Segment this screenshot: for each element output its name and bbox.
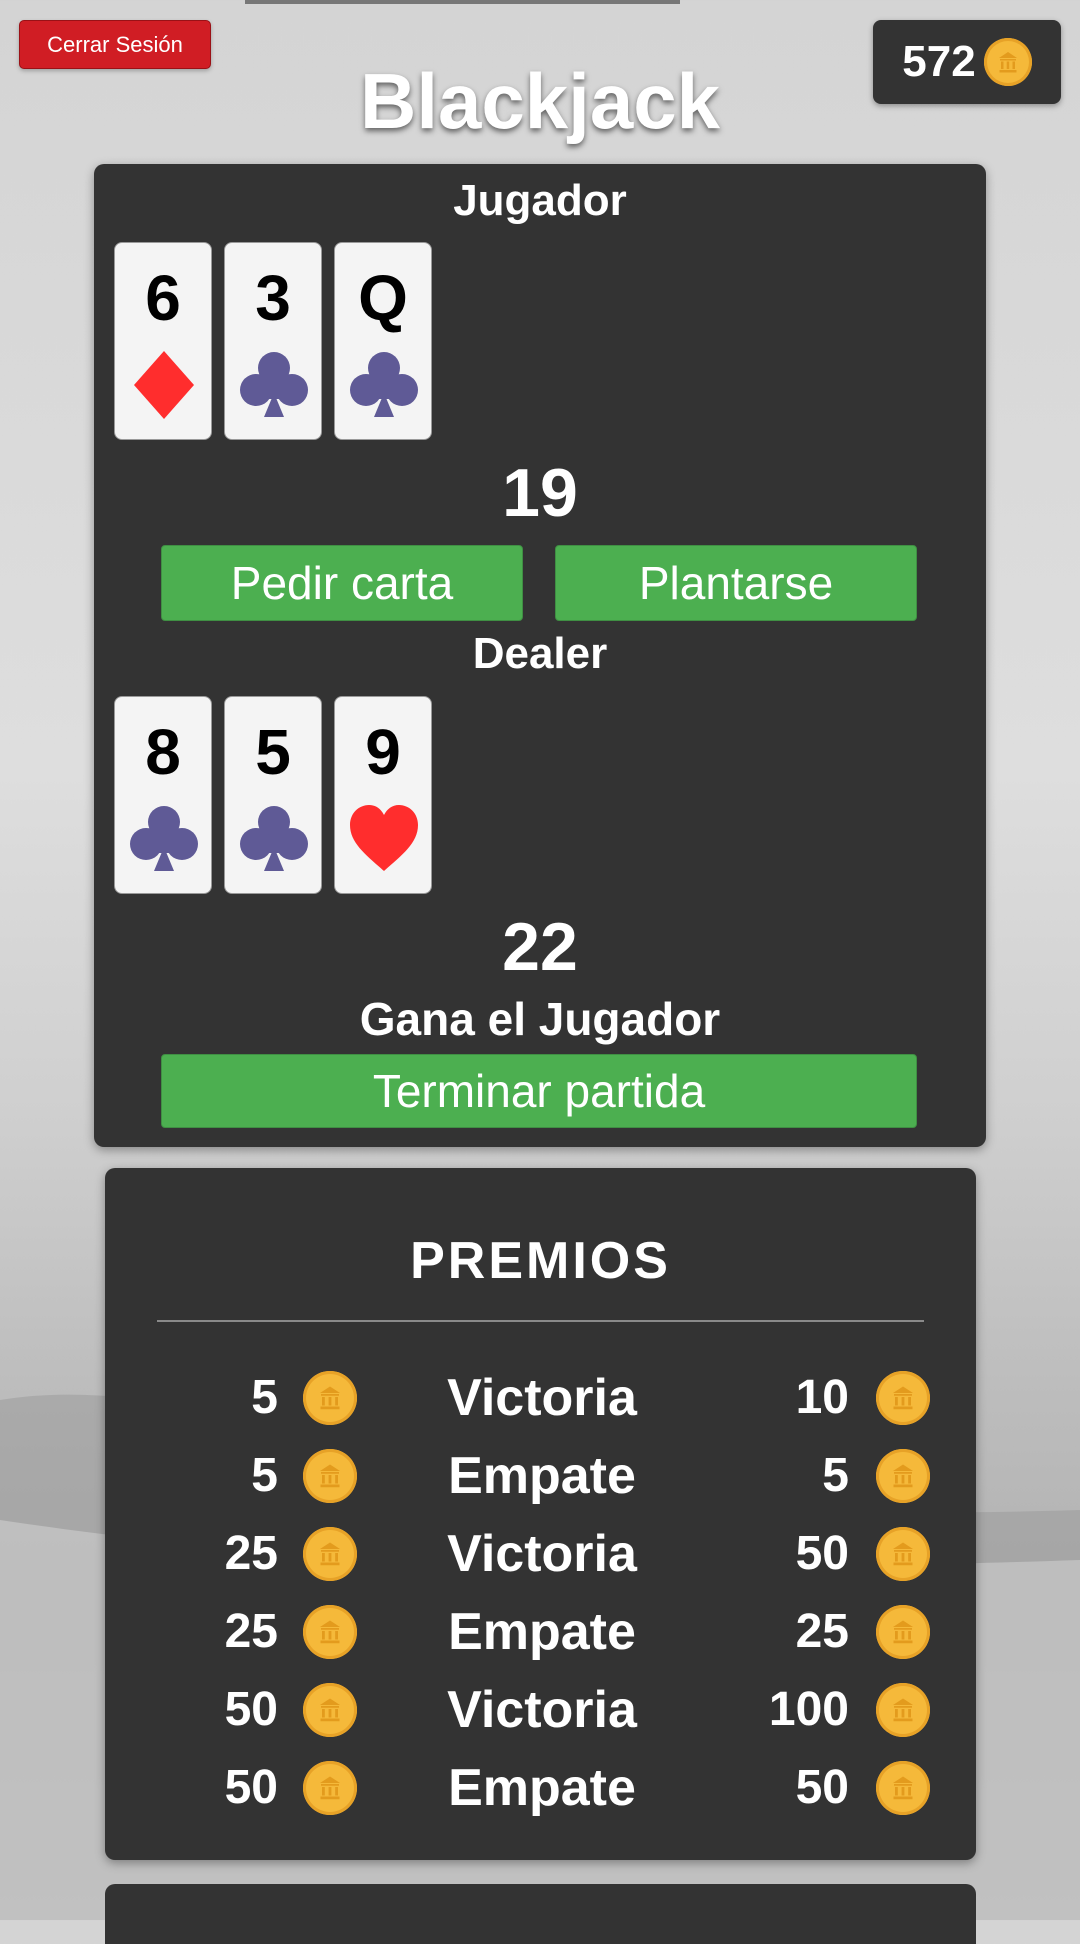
player-score: 19 (502, 455, 578, 531)
prize-type: Empate (448, 1603, 636, 1661)
coin-icon (876, 1449, 930, 1503)
dealer-score: 22 (502, 909, 578, 985)
prize-win: 100 (768, 1683, 849, 1736)
club-icon (350, 352, 418, 417)
coin-icon (303, 1449, 357, 1503)
prize-type: Victoria (447, 1369, 637, 1427)
coin-balance: 572 (873, 20, 1061, 104)
prize-row: 5 Victoria 10 (105, 1368, 976, 1428)
end-game-button[interactable]: Terminar partida (161, 1054, 917, 1128)
coin-icon (303, 1683, 357, 1737)
prizes-panel: PREMIOS 5 Victoria 10 5 Empate 5 25 Vict… (105, 1168, 976, 1860)
coin-icon (876, 1527, 930, 1581)
dealer-card: 9 (334, 696, 432, 894)
prize-bet: 5 (251, 1449, 278, 1502)
prize-row: 25 Empate 25 (105, 1602, 976, 1662)
prize-bet: 25 (224, 1527, 278, 1580)
prize-row: 5 Empate 5 (105, 1446, 976, 1506)
result-message: Gana el Jugador (359, 993, 721, 1045)
coin-icon (303, 1761, 357, 1815)
heart-icon (350, 805, 418, 871)
balance-amount: 572 (902, 37, 976, 86)
coin-icon (303, 1371, 357, 1425)
dealer-hand: 8 5 9 (114, 696, 432, 894)
prize-bet: 5 (251, 1371, 278, 1424)
card-rank: 5 (255, 716, 291, 788)
game-panel: Jugador 6 3 Q 19 Pedir carta Plantarse D… (94, 164, 986, 1147)
prize-bet: 50 (224, 1761, 278, 1814)
background-top-strip (245, 0, 680, 4)
coin-icon (876, 1761, 930, 1815)
prize-row: 50 Empate 50 (105, 1758, 976, 1818)
player-card: 3 (224, 242, 322, 440)
prize-row: 50 Victoria 100 (105, 1680, 976, 1740)
dealer-card: 5 (224, 696, 322, 894)
player-label: Jugador (453, 176, 627, 225)
prize-win: 5 (822, 1449, 849, 1502)
club-icon (240, 352, 308, 417)
prize-type: Victoria (447, 1681, 637, 1739)
coin-icon (303, 1605, 357, 1659)
coin-icon (983, 38, 1032, 86)
prize-bet: 25 (224, 1605, 278, 1658)
stand-button[interactable]: Plantarse (555, 545, 917, 621)
prize-row: 25 Victoria 50 (105, 1524, 976, 1584)
prizes-divider (157, 1320, 924, 1322)
prize-win: 25 (795, 1605, 849, 1658)
dealer-label: Dealer (472, 629, 608, 678)
club-icon (240, 806, 308, 871)
coin-icon (876, 1605, 930, 1659)
card-rank: 9 (365, 716, 401, 788)
prize-win: 50 (795, 1527, 849, 1580)
prize-type: Empate (448, 1447, 636, 1505)
prize-win: 10 (795, 1371, 849, 1424)
player-card: 6 (114, 242, 212, 440)
club-icon (130, 806, 198, 871)
coin-icon (876, 1371, 930, 1425)
card-rank: Q (358, 262, 408, 334)
player-card: Q (334, 242, 432, 440)
prize-type: Empate (448, 1759, 636, 1817)
next-panel-partial (105, 1884, 976, 1944)
player-hand: 6 3 Q (114, 242, 432, 440)
prize-type: Victoria (447, 1525, 637, 1583)
card-rank: 8 (145, 716, 181, 788)
dealer-card: 8 (114, 696, 212, 894)
card-rank: 3 (255, 262, 291, 334)
prizes-title: PREMIOS (410, 1232, 671, 1290)
coin-icon (303, 1527, 357, 1581)
coin-icon (876, 1683, 930, 1737)
diamond-icon (134, 351, 194, 419)
card-rank: 6 (145, 262, 181, 334)
hit-button[interactable]: Pedir carta (161, 545, 523, 621)
prize-bet: 50 (224, 1683, 278, 1736)
prize-win: 50 (795, 1761, 849, 1814)
